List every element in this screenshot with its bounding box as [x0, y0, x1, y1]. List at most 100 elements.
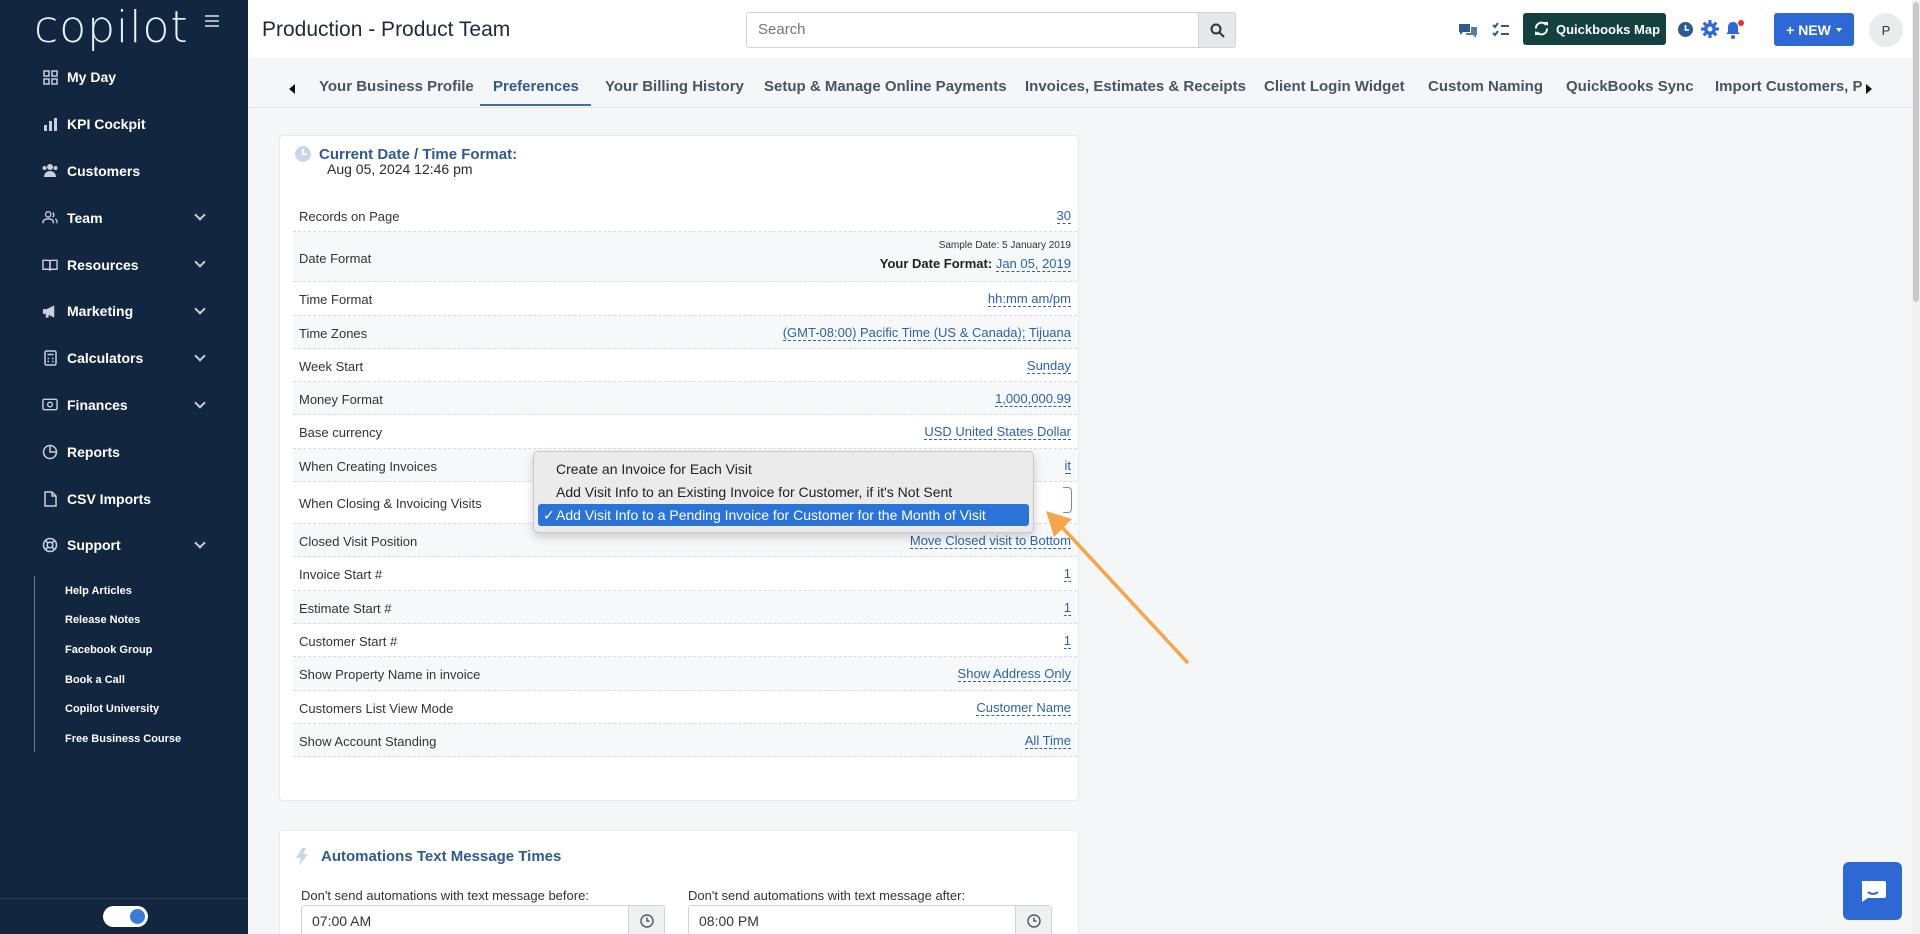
search-input[interactable] [758, 21, 1158, 38]
tab-quickbooks-sync[interactable]: QuickBooks Sync [1566, 78, 1694, 95]
before-time-input[interactable] [312, 913, 512, 929]
page-title: Production - Product Team [262, 18, 511, 41]
before-label: Don't send automations with text message… [301, 888, 589, 903]
account-standing-link[interactable]: All Time [1024, 733, 1071, 749]
quickbooks-map-button[interactable]: Quickbooks Map [1523, 13, 1666, 45]
chevron-down-icon[interactable] [194, 396, 206, 409]
date-format-link[interactable]: Jan 05, 2019 [995, 256, 1071, 273]
sidebar-item-my-day[interactable]: My Day [0, 54, 248, 101]
sidebar-item-kpi-cockpit[interactable]: KPI Cockpit [0, 101, 248, 148]
pref-label: Time Zones [299, 325, 368, 341]
sidebar-item-support[interactable]: Support [0, 522, 248, 569]
search-box [746, 12, 1236, 48]
chevron-down-icon[interactable] [194, 350, 206, 362]
creating-invoices-link[interactable]: it [1064, 458, 1071, 474]
clock-icon [1026, 913, 1041, 928]
tab-preferences[interactable]: Preferences [493, 78, 579, 95]
tab-invoices-estimates-receipts[interactable]: Invoices, Estimates & Receipts [1025, 78, 1246, 95]
sidebar-item-reports[interactable]: Reports [0, 428, 248, 475]
sidebar-item-finances[interactable]: Finances [0, 382, 248, 429]
automations-title: Automations Text Message Times [321, 848, 562, 865]
clock-icon[interactable] [1675, 19, 1695, 39]
after-time-field [688, 905, 1052, 934]
money-format-link[interactable]: 1,000,000.99 [995, 391, 1071, 408]
tab-billing-history[interactable]: Your Billing History [605, 78, 744, 95]
sidebar-item-label: Reports [67, 443, 120, 460]
tab-scroll-right-icon[interactable] [1866, 84, 1872, 94]
search-button[interactable] [1198, 13, 1235, 47]
pref-label: Records on Page [299, 209, 400, 224]
page-scrollbar[interactable] [1912, 0, 1920, 934]
chevron-down-icon[interactable] [194, 303, 206, 315]
time-zone-link[interactable]: (GMT-08:00) Pacific Time (US & Canada); … [782, 325, 1071, 341]
submenu-item-facebook-group[interactable]: Facebook Group [35, 635, 234, 665]
grid-icon [42, 69, 58, 85]
clock-icon [639, 913, 654, 928]
submenu-item-release-notes[interactable]: Release Notes [35, 606, 234, 636]
your-date-format-label: Your Date Format: [879, 256, 993, 272]
chat-widget-button[interactable] [1843, 862, 1902, 920]
sidebar-item-marketing[interactable]: Marketing [0, 288, 248, 335]
scrollbar-thumb[interactable] [1913, 2, 1919, 302]
chevron-down-icon[interactable] [194, 537, 206, 549]
after-time-input[interactable] [699, 913, 899, 929]
pref-label: Show Account Standing [299, 733, 437, 749]
task-list-icon[interactable] [1491, 20, 1511, 40]
before-time-field [301, 905, 665, 934]
sidebar-item-label: Finances [67, 396, 128, 413]
sidebar-item-team[interactable]: Team [0, 194, 248, 241]
automations-card: Automations Text Message Times Don't sen… [279, 830, 1079, 934]
time-picker-button[interactable] [1015, 906, 1051, 934]
tab-import-customers[interactable]: Import Customers, P [1715, 78, 1868, 95]
annotation-arrow [1046, 511, 1189, 664]
submenu-item-copilot-university[interactable]: Copilot University [35, 694, 234, 724]
sidebar-item-label: Resources [67, 256, 139, 273]
sidebar-item-label: Marketing [67, 303, 134, 320]
dropdown-option-selected[interactable]: ✓ Add Visit Info to a Pending Invoice for… [538, 504, 1029, 526]
chat-icon[interactable] [1458, 20, 1478, 40]
sidebar-item-resources[interactable]: Resources [0, 241, 248, 288]
week-start-link[interactable]: Sunday [1026, 358, 1071, 374]
theme-toggle[interactable] [103, 906, 148, 927]
sidebar-item-label: Customers [67, 162, 141, 179]
gear-icon[interactable] [1700, 19, 1720, 39]
avatar[interactable]: P [1869, 13, 1903, 47]
dropdown-option[interactable]: Add Visit Info to an Existing Invoice fo… [538, 481, 1029, 503]
sidebar-item-label: KPI Cockpit [67, 116, 146, 133]
tab-custom-naming[interactable]: Custom Naming [1428, 78, 1543, 95]
pref-label: Show Property Name in invoice [299, 667, 481, 683]
pref-label: Invoice Start # [299, 567, 383, 583]
settings-tabs: Your Business Profile Preferences Your B… [248, 58, 1920, 108]
pie-chart-icon [42, 444, 58, 460]
tab-client-login-widget[interactable]: Client Login Widget [1264, 78, 1405, 95]
menu-toggle-icon[interactable] [205, 15, 219, 27]
after-label: Don't send automations with text message… [688, 888, 966, 903]
bell-icon[interactable] [1724, 19, 1744, 39]
time-format-link[interactable]: hh:mm am/pm [987, 291, 1071, 308]
new-button[interactable]: + NEW [1774, 13, 1854, 46]
sidebar-item-customers[interactable]: Customers [0, 148, 248, 195]
calculator-icon [42, 350, 58, 366]
time-picker-button[interactable] [628, 906, 664, 934]
tab-online-payments[interactable]: Setup & Manage Online Payments [764, 78, 1007, 95]
base-currency-link[interactable]: USD United States Dollar [924, 424, 1071, 441]
current-datetime-value: Aug 05, 2024 12:46 pm [327, 161, 473, 177]
dropdown-option[interactable]: Create an Invoice for Each Visit [538, 458, 1029, 480]
submenu-item-help-articles[interactable]: Help Articles [35, 576, 234, 606]
pref-row-base-currency: Base currency USD United States Dollar [293, 415, 1077, 449]
chevron-down-icon[interactable] [194, 256, 206, 268]
sidebar-item-csv-imports[interactable]: CSV Imports [0, 475, 248, 522]
sidebar-item-label: Support [67, 537, 121, 554]
records-on-page-link[interactable]: 30 [1056, 208, 1071, 224]
app-logo[interactable]: copilot [34, 2, 189, 53]
tab-business-profile[interactable]: Your Business Profile [319, 78, 474, 95]
list-view-link[interactable]: Customer Name [976, 700, 1071, 716]
chevron-down-icon[interactable] [194, 209, 206, 222]
submenu-item-book-a-call[interactable]: Book a Call [35, 665, 234, 695]
option-label: Create an Invoice for Each Visit [556, 461, 752, 477]
sidebar-item-calculators[interactable]: Calculators [0, 335, 248, 382]
submenu-item-free-business-course[interactable]: Free Business Course [35, 724, 234, 754]
sidebar-item-label: Team [67, 209, 103, 226]
active-tab-indicator [480, 104, 591, 106]
tab-scroll-left-icon[interactable] [289, 84, 295, 94]
